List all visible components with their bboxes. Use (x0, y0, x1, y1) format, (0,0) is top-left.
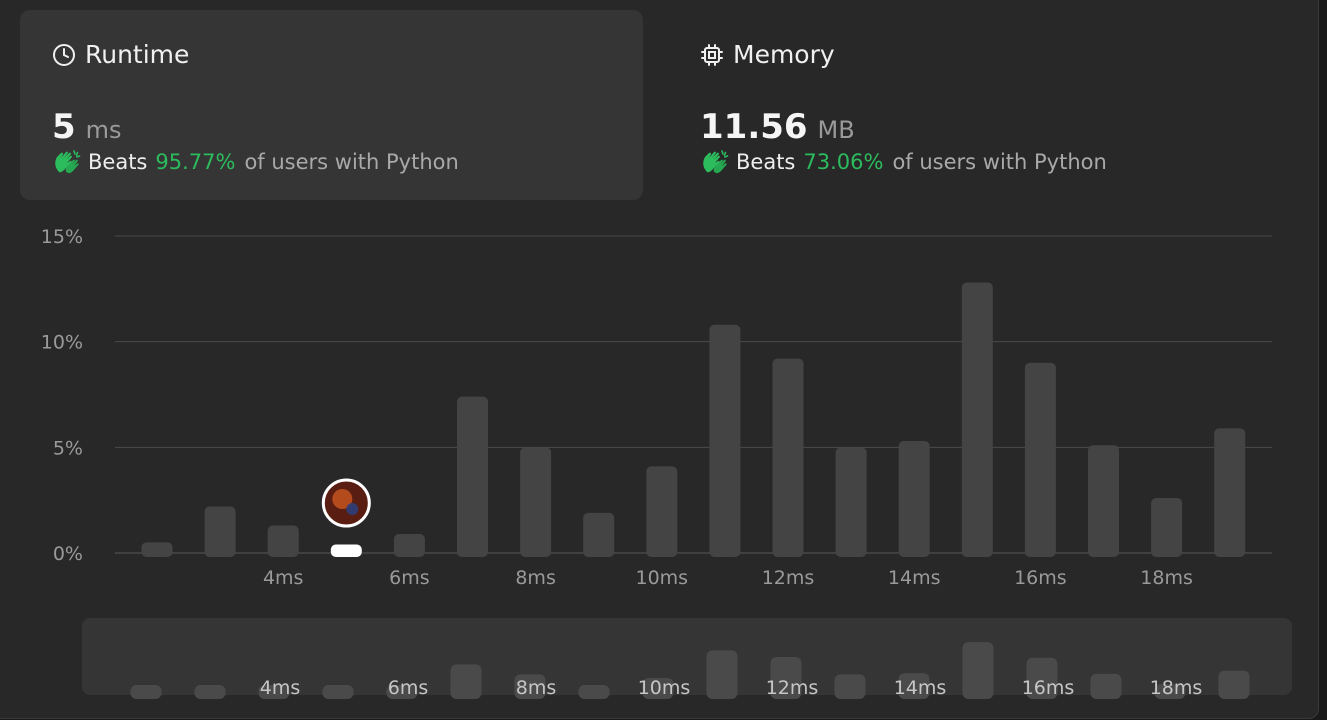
bar[interactable] (961, 282, 993, 557)
x-tick-label: 6ms (389, 567, 430, 589)
x-tick-label: 12ms (762, 567, 815, 589)
bar[interactable] (709, 324, 741, 557)
bar[interactable] (1088, 445, 1119, 557)
x-tick-label: 14ms (888, 567, 941, 589)
navigator-bar (450, 664, 482, 699)
bar[interactable] (772, 358, 804, 557)
x-tick-label: 16ms (1014, 567, 1067, 589)
bar[interactable] (646, 466, 678, 557)
navigator-bar (322, 685, 354, 699)
bar[interactable] (835, 447, 867, 557)
y-tick-label: 15% (41, 226, 83, 248)
bar[interactable] (1151, 498, 1183, 557)
navigator-bar (194, 685, 226, 699)
bar[interactable] (141, 542, 173, 557)
bar[interactable] (583, 512, 615, 557)
bar[interactable] (1024, 362, 1056, 557)
bar[interactable] (267, 525, 299, 557)
bar[interactable] (898, 440, 930, 557)
navigator-bar (962, 642, 994, 699)
navigator-tick-label: 6ms (388, 677, 429, 699)
x-tick-label: 8ms (515, 567, 556, 589)
navigator-bar (834, 674, 866, 699)
navigator-tick-label: 4ms (260, 677, 301, 699)
x-tick-label: 18ms (1140, 567, 1193, 589)
submission-result-panel: Runtime 5 ms Beats 95.77% of users with … (0, 0, 1319, 719)
navigator-bar (1090, 673, 1122, 699)
navigator-bar (130, 685, 162, 699)
navigator-tick-label: 8ms (516, 677, 557, 699)
y-tick-label: 0% (53, 543, 83, 565)
bar[interactable] (204, 506, 236, 557)
navigator-bar (578, 685, 610, 699)
bar[interactable] (1214, 428, 1246, 557)
runtime-distribution-chart[interactable]: 15% 10% 5% 0% 4ms 6ms 8ms 10ms 12ms 14ms 16ms 18ms 4… (0, 0, 1318, 718)
bar[interactable] (457, 396, 488, 557)
y-tick-label: 5% (53, 437, 83, 459)
avatar-shade (346, 503, 359, 515)
navigator-tick-label: 12ms (766, 677, 819, 699)
y-tick-label: 10% (41, 332, 83, 354)
highlighted-bar[interactable] (330, 544, 362, 557)
navigator-tick-label: 14ms (894, 677, 947, 699)
bar[interactable] (520, 447, 552, 557)
x-tick-label: 4ms (263, 567, 304, 589)
navigator-tick-label: 16ms (1022, 677, 1075, 699)
navigator-bar (706, 650, 738, 699)
navigator-tick-label: 18ms (1150, 677, 1203, 699)
navigator-bar (1218, 670, 1250, 699)
navigator-tick-label: 10ms (638, 677, 691, 699)
bar[interactable] (393, 533, 425, 557)
x-tick-label: 10ms (636, 567, 689, 589)
